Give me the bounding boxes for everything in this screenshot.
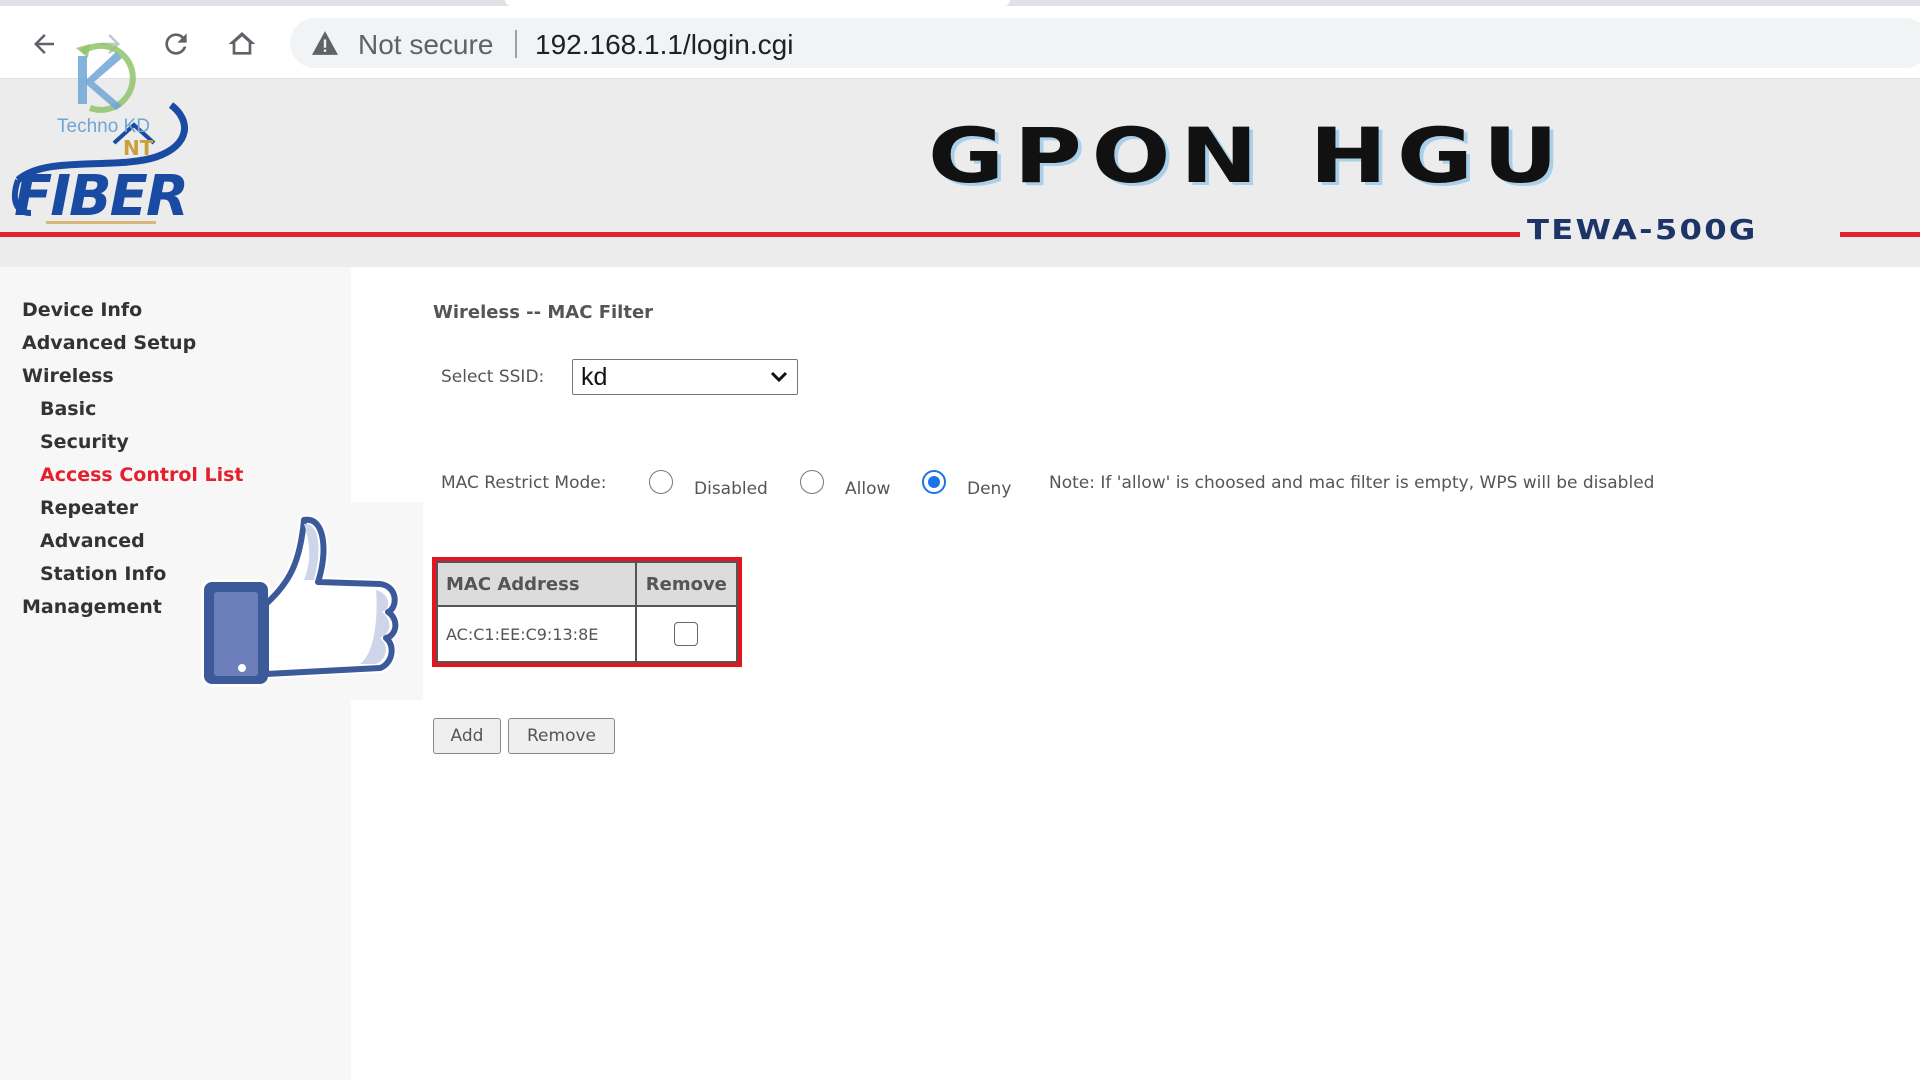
sidebar-item-basic[interactable]: Basic: [40, 398, 96, 420]
mode-allow-radio[interactable]: [800, 470, 824, 494]
mode-deny-label[interactable]: Deny: [967, 479, 1011, 499]
logo-text: FIBER: [14, 164, 189, 229]
watermark-text: Techno KD: [57, 116, 150, 137]
thumbs-up-icon: [201, 514, 401, 687]
sidebar-item-station-info[interactable]: Station Info: [40, 563, 166, 585]
ssid-select[interactable]: kd: [572, 359, 798, 395]
sidebar-item-repeater[interactable]: Repeater: [40, 497, 138, 519]
home-icon[interactable]: [224, 26, 260, 62]
reload-icon[interactable]: [158, 26, 194, 62]
ssid-selected-value: kd: [581, 363, 608, 391]
wps-note: Note: If 'allow' is choosed and mac filt…: [1049, 473, 1655, 493]
sidebar-item-wireless[interactable]: Wireless: [22, 365, 114, 387]
sidebar-item-management[interactable]: Management: [22, 596, 162, 618]
browser-toolbar: Not secure 192.168.1.1/login.cgi: [0, 6, 1920, 79]
product-title: GPON HGU: [928, 111, 1568, 200]
warning-icon[interactable]: [310, 30, 340, 56]
mode-deny-radio[interactable]: [922, 470, 946, 494]
page-title: Wireless -- MAC Filter: [433, 302, 654, 323]
sidebar-item-advanced-setup[interactable]: Advanced Setup: [22, 332, 196, 354]
header-divider-left: [0, 232, 1520, 237]
model-name: TEWA-500G: [1527, 213, 1758, 246]
mac-filter-table-highlight: MAC Address Remove AC:C1:EE:C9:13:8E: [432, 557, 742, 667]
url-separator: [515, 30, 517, 58]
table-row: AC:C1:EE:C9:13:8E: [436, 605, 739, 663]
back-arrow-icon[interactable]: [26, 26, 62, 62]
sidebar-item-security[interactable]: Security: [40, 431, 129, 453]
column-header-mac: MAC Address: [436, 561, 637, 607]
mac-filter-table: MAC Address Remove AC:C1:EE:C9:13:8E: [436, 561, 739, 663]
sidebar-item-advanced[interactable]: Advanced: [40, 530, 145, 552]
watermark-logo-icon: [76, 42, 136, 113]
table-header-row: MAC Address Remove: [436, 561, 739, 607]
header-divider-right: [1840, 232, 1920, 237]
mode-allow-label[interactable]: Allow: [845, 479, 890, 499]
remove-checkbox[interactable]: [674, 622, 699, 646]
remove-cell: [634, 605, 739, 663]
address-bar[interactable]: Not secure 192.168.1.1/login.cgi: [290, 18, 1920, 68]
ssid-label: Select SSID:: [441, 367, 545, 387]
mode-disabled-label[interactable]: Disabled: [694, 479, 768, 499]
chevron-down-icon: [770, 371, 788, 383]
sidebar-item-access-control-list[interactable]: Access Control List: [40, 464, 244, 486]
logo-badge: NT: [123, 136, 154, 160]
mac-address-cell: AC:C1:EE:C9:13:8E: [436, 605, 637, 663]
url-text[interactable]: 192.168.1.1/login.cgi: [535, 29, 793, 61]
remove-button[interactable]: Remove: [508, 718, 615, 754]
column-header-remove: Remove: [634, 561, 739, 607]
add-button[interactable]: Add: [433, 718, 501, 754]
sidebar-item-device-info[interactable]: Device Info: [22, 299, 142, 321]
restrict-mode-label: MAC Restrict Mode:: [441, 473, 607, 493]
security-status[interactable]: Not secure: [358, 29, 493, 61]
mode-disabled-radio[interactable]: [649, 470, 673, 494]
